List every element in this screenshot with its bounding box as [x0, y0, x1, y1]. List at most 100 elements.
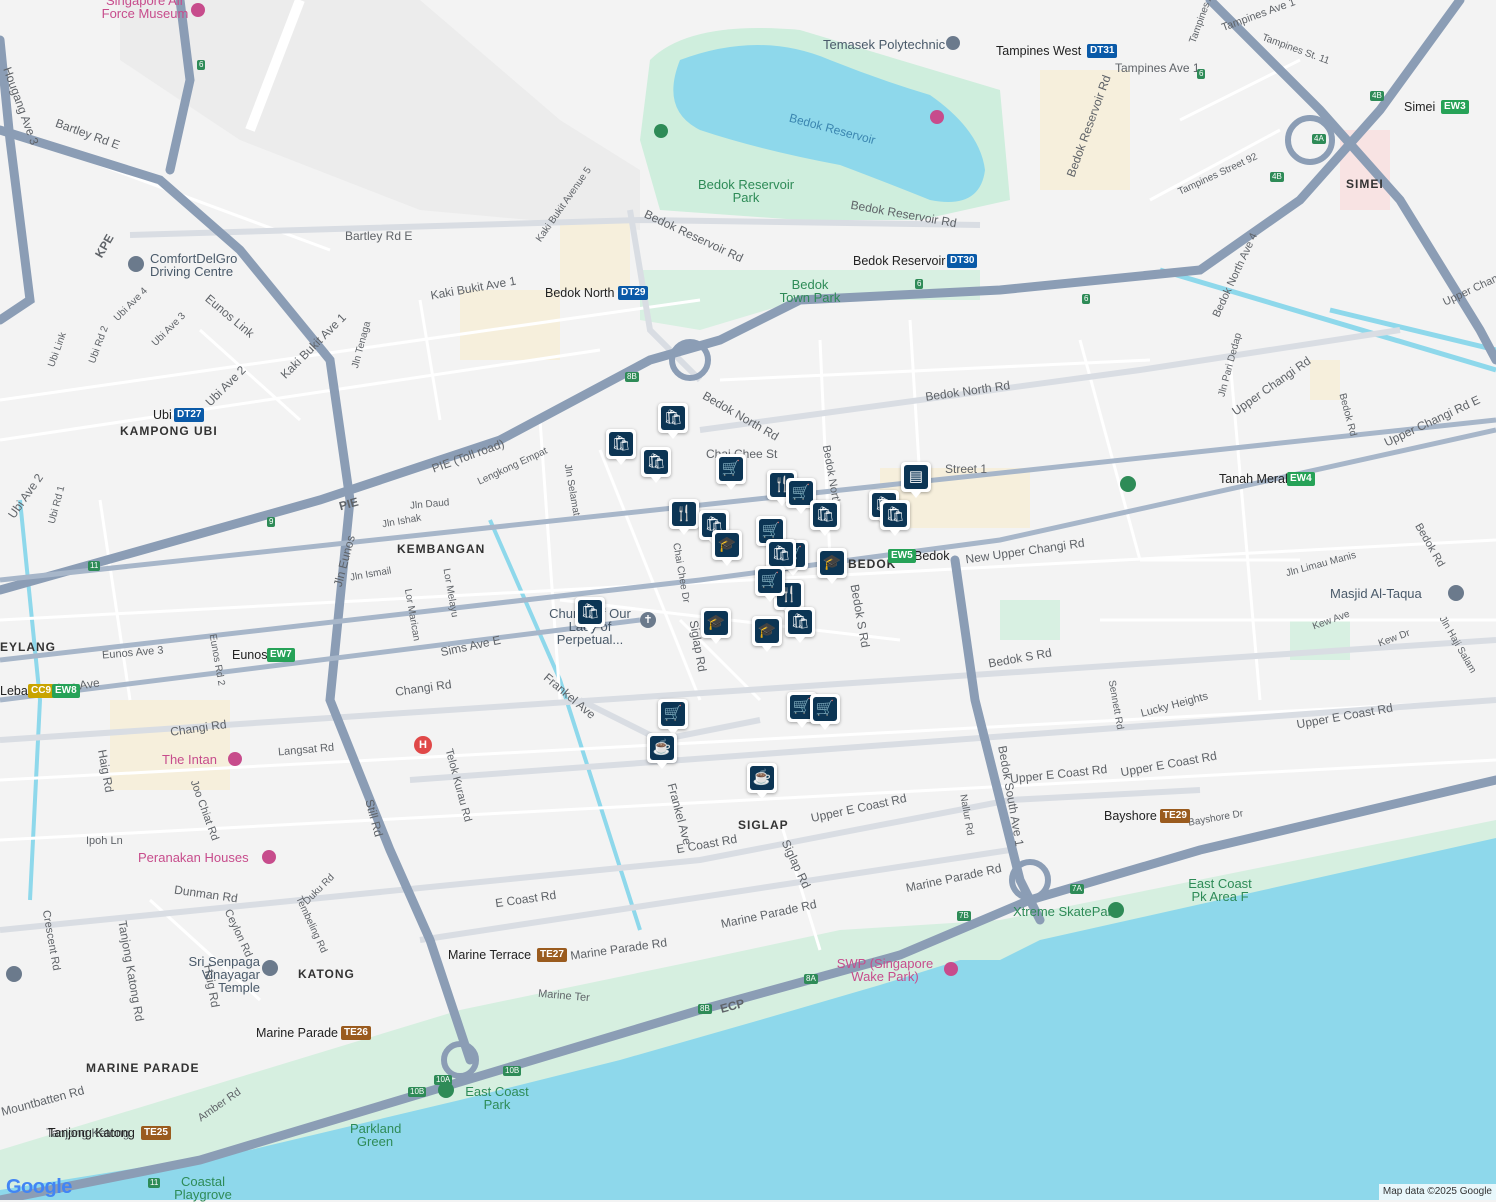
- exit-shield: 6: [1197, 69, 1206, 79]
- shopping-cart-marker[interactable]: 🛒: [658, 699, 688, 735]
- eastcoast-park-label: East Coast Park: [465, 1084, 529, 1112]
- station-code-badge: TE26: [341, 1026, 371, 1040]
- school-icon: 🎓: [820, 551, 844, 575]
- shopping-cart-icon: 🛒: [661, 702, 685, 726]
- shopping-bag-marker[interactable]: 🛍: [658, 403, 688, 439]
- station-label: Bedok Reservoir: [853, 254, 946, 268]
- station-code-badge: EW3: [1441, 100, 1469, 114]
- shopping-bag-marker[interactable]: 🛍: [606, 429, 636, 465]
- exit-shield: 8B: [698, 1004, 712, 1014]
- airforce-museum-label: Singapore Air Force Museum: [101, 0, 189, 21]
- restaurant-icon: 🍴: [672, 502, 696, 526]
- shopping-bag-icon: 🛍: [813, 503, 837, 527]
- area-label: KATONG: [298, 967, 355, 981]
- area-label: KEMBANGAN: [397, 542, 486, 556]
- station-label: Simei: [1404, 100, 1436, 114]
- coffee-cup-icon: ☕: [750, 766, 774, 790]
- school-marker[interactable]: 🎓: [701, 608, 731, 644]
- cafe-marker[interactable]: ☕: [747, 763, 777, 799]
- education-icon[interactable]: [946, 36, 960, 50]
- cafe-marker[interactable]: ☕: [647, 733, 677, 769]
- exit-shield: 4B: [1270, 172, 1284, 182]
- shopping-bag-marker[interactable]: 🛍: [810, 500, 840, 536]
- museum-icon[interactable]: [191, 3, 205, 17]
- camera-icon[interactable]: [944, 962, 958, 976]
- shopping-cart-marker[interactable]: 🛒: [716, 454, 746, 490]
- restaurant-marker[interactable]: 🍴: [669, 499, 699, 535]
- shopping-cart-marker[interactable]: 🛒: [755, 566, 785, 602]
- park-pin-icon[interactable]: [438, 1082, 454, 1098]
- atm-marker[interactable]: ▤: [901, 462, 931, 498]
- driving-centre-icon[interactable]: [128, 256, 144, 272]
- station-code-badge: TE27: [537, 948, 567, 962]
- station-label: Ubi: [153, 408, 172, 422]
- station-label: Bedok North: [545, 286, 615, 300]
- station-code-badge: EW4: [1287, 472, 1315, 486]
- school-marker[interactable]: 🎓: [712, 530, 742, 566]
- exit-shield: 6: [915, 279, 924, 289]
- exit-shield: 9: [267, 517, 276, 527]
- station-label: Tanah Merah: [1219, 472, 1292, 486]
- area-label: SIMEI: [1346, 177, 1384, 191]
- station-label: Eunos: [232, 648, 268, 662]
- shopping-bag-icon: 🛍: [661, 406, 685, 430]
- church-icon[interactable]: ✝: [640, 612, 656, 628]
- park-label: Bedok Reservoir Park: [697, 177, 795, 205]
- temple-icon[interactable]: [262, 960, 278, 976]
- exit-shield: 11: [88, 561, 101, 571]
- station-code-badge: CC9: [28, 684, 55, 698]
- exit-shield: 4B: [1370, 91, 1384, 101]
- area-label: MARINE PARADE: [86, 1061, 200, 1075]
- exit-shield: 8A: [804, 974, 818, 984]
- exit-shield: 7B: [957, 911, 971, 921]
- station-label: Bayshore: [1104, 809, 1157, 823]
- masjid-label: Masjid Al-Taqua: [1330, 586, 1422, 601]
- mosque-icon[interactable]: [1448, 585, 1464, 601]
- exit-shield: 7A: [1070, 884, 1084, 894]
- park-pin-icon[interactable]: [654, 124, 668, 138]
- area-label: KAMPONG UBI: [120, 424, 218, 438]
- school-marker[interactable]: 🎓: [752, 616, 782, 652]
- temple-label: Sri Senpaga Vinayagar Temple: [188, 954, 260, 995]
- school-icon: 🎓: [715, 533, 739, 557]
- hospital-icon[interactable]: H: [414, 736, 432, 754]
- camera-icon[interactable]: [262, 850, 276, 864]
- exit-shield: 10B: [503, 1066, 522, 1076]
- shopping-bag-marker[interactable]: 🛍: [785, 607, 815, 643]
- station-code-badge: DT27: [174, 408, 205, 422]
- shopping-bag-icon: 🛍: [644, 450, 668, 474]
- intan-label: The Intan: [162, 752, 217, 767]
- exit-shield: 4A: [1312, 134, 1326, 144]
- google-logo[interactable]: Google: [6, 1176, 72, 1199]
- camera-icon[interactable]: [930, 110, 944, 124]
- shopping-bag-icon: 🛍: [578, 600, 602, 624]
- shopping-bag-marker[interactable]: 🛍: [641, 447, 671, 483]
- road-label: Ipoh Ln: [86, 835, 123, 847]
- museum-icon[interactable]: [228, 752, 242, 766]
- station-code-badge: DT29: [618, 286, 649, 300]
- exit-shield: 6: [1082, 294, 1091, 304]
- station-label: Tanjong Katong: [48, 1126, 135, 1140]
- station-label: Marine Terrace: [448, 948, 532, 962]
- park-pin-icon[interactable]: [1120, 476, 1136, 492]
- worship-icon[interactable]: [6, 966, 22, 982]
- shopping-bag-icon: 🛍: [788, 610, 812, 634]
- shopping-cart-icon: 🛒: [813, 697, 837, 721]
- station-label: Bedok: [914, 549, 950, 563]
- skatepark-label: Xtreme SkatePark: [1013, 904, 1119, 919]
- shopping-bag-marker[interactable]: 🛍: [575, 597, 605, 633]
- school-marker[interactable]: 🎓: [817, 548, 847, 584]
- park-pin-icon[interactable]: [1108, 902, 1124, 918]
- peranakan-label: Peranakan Houses: [138, 850, 249, 865]
- eastcoast-f-label: East Coast Pk Area F: [1188, 876, 1252, 904]
- map-attribution[interactable]: Map data ©2025 Google: [1378, 1184, 1496, 1200]
- google-logo-text: Google: [6, 1176, 72, 1198]
- shopping-bag-marker[interactable]: 🛍: [880, 500, 910, 536]
- swp-label: SWP (Singapore Wake Park): [836, 956, 934, 984]
- comfortdelgro-label: ComfortDelGro Driving Centre: [150, 251, 238, 279]
- station-label: Tampines West: [996, 44, 1082, 58]
- school-icon: 🎓: [755, 619, 779, 643]
- shopping-cart-marker[interactable]: 🛒: [810, 694, 840, 730]
- coffee-cup-icon: ☕: [650, 736, 674, 760]
- temasek-label: Temasek Polytechnic: [823, 37, 946, 52]
